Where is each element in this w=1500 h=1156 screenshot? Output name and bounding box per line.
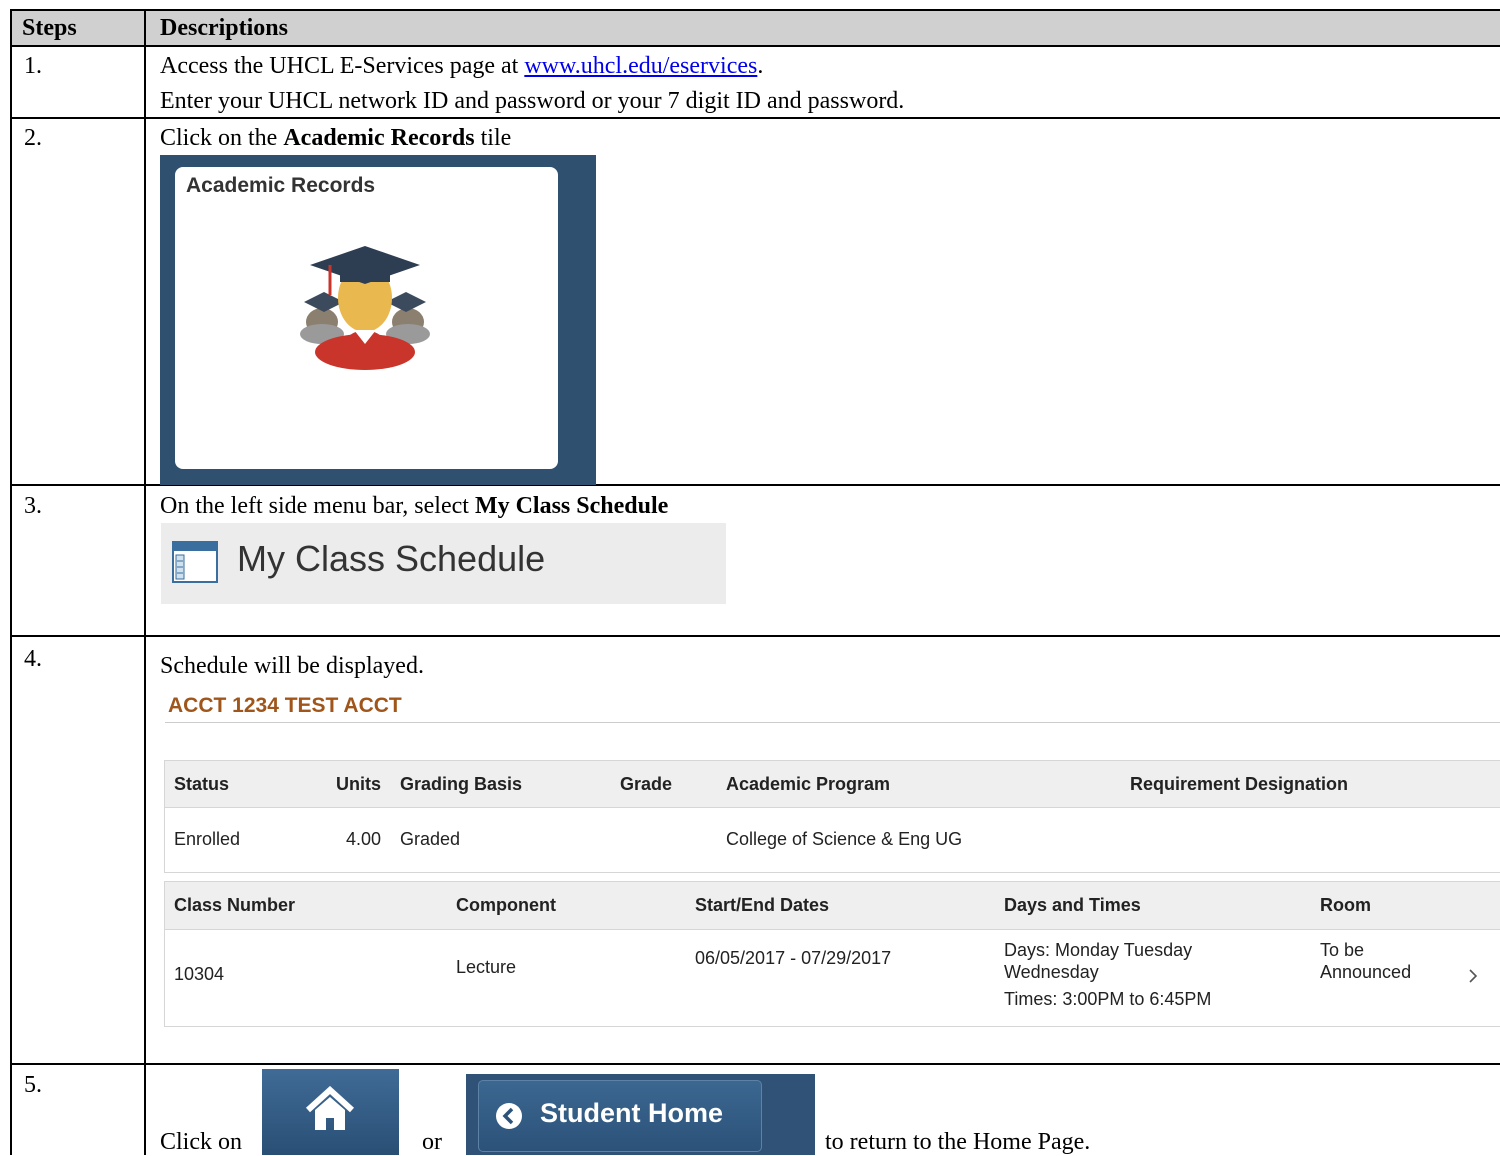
col-header-grading-basis: Grading Basis: [400, 774, 523, 794]
step2-bold-text: Academic Records: [283, 125, 475, 151]
col-header-class-number: Class Number: [174, 895, 296, 915]
col-header-academic-program: Academic Program: [726, 774, 891, 794]
graduates-icon: [300, 246, 430, 370]
course-divider: [165, 722, 1500, 723]
step1-punct: .: [757, 53, 764, 79]
step3-bold-text: My Class Schedule: [474, 493, 669, 519]
header-descriptions: Descriptions: [160, 15, 288, 41]
eservices-link[interactable]: www.uhcl.edu/eservices: [524, 53, 757, 79]
back-chevron-icon: [496, 1103, 522, 1129]
col-header-status: Status: [174, 774, 230, 794]
cell-component: Lecture: [456, 957, 517, 977]
row-divider: [10, 635, 1500, 637]
step2-text: Click on the: [160, 125, 284, 151]
column-divider: [144, 9, 146, 1155]
step-number: 5.: [24, 1072, 42, 1098]
step1-line1: Access the UHCL E-Services page at www.u…: [160, 52, 763, 80]
step1-text: Access the UHCL E-Services page at: [160, 53, 525, 79]
menu-label: My Class Schedule: [237, 538, 546, 579]
cell-times: Times: 3:00PM to 6:45PM: [1004, 989, 1212, 1009]
tile-title: Academic Records: [186, 174, 376, 197]
step5-text-suffix: to return to the Home Page.: [825, 1129, 1091, 1155]
chevron-right-icon[interactable]: [1466, 966, 1480, 986]
row-divider: [10, 117, 1500, 119]
step3-instruction: On the left side menu bar, select My Cla…: [160, 492, 668, 520]
schedule-window-icon: [172, 541, 218, 583]
table-border-top: [10, 9, 1500, 11]
col-header-start-end-dates: Start/End Dates: [695, 895, 830, 915]
col-header-component: Component: [456, 895, 556, 915]
col-header-units: Units: [336, 774, 381, 794]
step2-instruction: Click on the Academic Records tile: [160, 124, 511, 152]
step-number: 2.: [24, 125, 42, 151]
step2-text-end: tile: [474, 125, 512, 151]
home-icon: [305, 1086, 355, 1130]
cell-room-line1: To be: [1320, 940, 1365, 960]
table-border-left: [10, 9, 12, 1155]
step3-text: On the left side menu bar, select: [160, 493, 475, 519]
row-divider: [10, 1063, 1500, 1065]
cell-room-line2: Announced: [1320, 962, 1412, 982]
step5-text-prefix: Click on: [160, 1129, 242, 1155]
step-number: 3.: [24, 493, 42, 519]
header-steps: Steps: [22, 15, 77, 41]
col-header-grade: Grade: [620, 774, 673, 794]
cell-days-line1: Days: Monday Tuesday: [1004, 940, 1193, 960]
row-divider: [10, 45, 1500, 47]
step5-or: or: [422, 1129, 442, 1155]
cell-days-line2: Wednesday: [1004, 962, 1099, 982]
step4-instruction: Schedule will be displayed.: [160, 653, 424, 679]
step1-line2: Enter your UHCL network ID and password …: [160, 88, 905, 114]
cell-academic-program: College of Science & Eng UG: [726, 829, 963, 849]
course-title: ACCT 1234 TEST ACCT: [168, 694, 402, 717]
col-header-requirement-designation: Requirement Designation: [1130, 774, 1349, 794]
cell-class-number: 10304: [174, 964, 225, 984]
cell-dates: 06/05/2017 - 07/29/2017: [695, 948, 892, 968]
cell-units: 4.00: [346, 829, 382, 849]
step-number: 1.: [24, 53, 42, 79]
step-number: 4.: [24, 646, 42, 672]
col-header-days-times: Days and Times: [1004, 895, 1141, 915]
cell-grading-basis: Graded: [400, 829, 461, 849]
col-header-room: Room: [1320, 895, 1371, 915]
cell-status: Enrolled: [174, 829, 241, 849]
class-table-header: [165, 882, 1500, 930]
student-home-label: Student Home: [540, 1098, 724, 1128]
